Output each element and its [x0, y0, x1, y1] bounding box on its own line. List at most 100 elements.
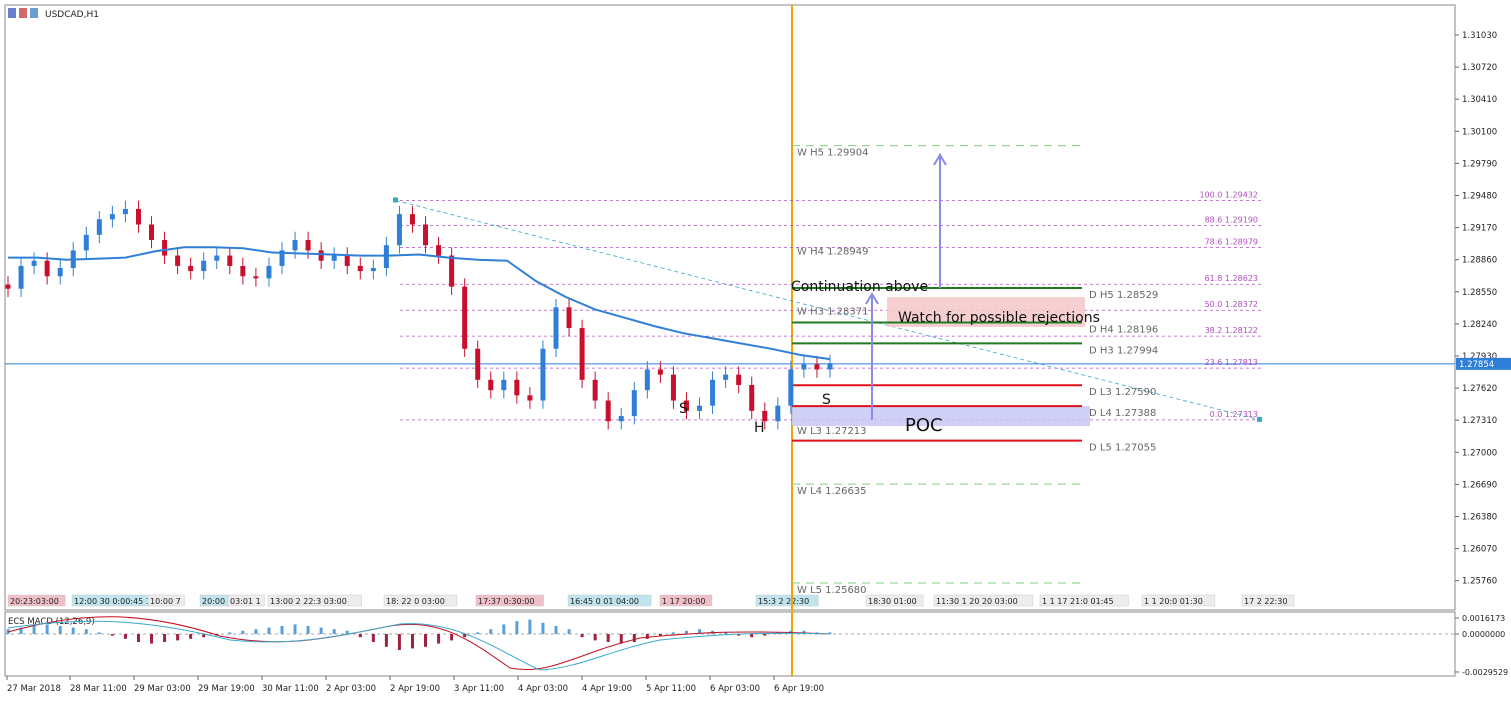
macd-histogram-bar — [632, 634, 636, 642]
candle-body — [697, 405, 703, 411]
macd-histogram-bar — [763, 634, 767, 636]
session-tag-label: 17:37 0:30:00 — [478, 597, 534, 606]
candle-body — [657, 369, 663, 375]
time-axis-label: 27 Mar 2018 — [7, 684, 61, 694]
session-tag-label: 10:00 7 — [150, 597, 181, 606]
macd-histogram-bar — [97, 632, 101, 634]
macd-histogram-bar — [267, 627, 271, 634]
time-axis-label: 2 Apr 03:00 — [326, 684, 376, 694]
macd-histogram-bar — [410, 634, 414, 649]
macd-histogram-bar — [58, 626, 62, 634]
candle-body — [396, 214, 402, 246]
macd-histogram-bar — [306, 626, 310, 634]
macd-histogram-bar — [437, 634, 441, 644]
window-icon — [8, 8, 38, 18]
time-axis-label: 29 Mar 03:00 — [134, 684, 191, 694]
daily-level-label: D L5 1.27055 — [1089, 443, 1156, 454]
time-axis-label: 29 Mar 19:00 — [198, 684, 255, 694]
candle-body — [553, 307, 559, 349]
candle-body — [462, 286, 468, 349]
weekly-level-label: W L5 1.25680 — [797, 585, 867, 596]
trend-handle[interactable] — [393, 197, 398, 203]
candle-body — [475, 348, 481, 380]
session-tag-label: 1 1 20:0 01:30 — [1144, 597, 1203, 606]
session-tag-label: 03:01 1 — [230, 597, 261, 606]
fib-level-label: 78.6 1.28979 — [1205, 237, 1258, 246]
trend-handle[interactable] — [1257, 416, 1262, 422]
daily-level-label: D L4 1.27388 — [1089, 408, 1156, 419]
candle-body — [409, 214, 415, 225]
candle-body — [240, 265, 246, 277]
candle-body — [644, 369, 650, 391]
macd-histogram-bar — [280, 626, 284, 634]
candle-body — [710, 379, 716, 406]
macd-histogram-bar — [228, 632, 232, 634]
candle-body — [488, 379, 494, 391]
price-tick-label: 1.28240 — [1462, 320, 1497, 330]
macd-histogram-bar — [163, 634, 167, 642]
macd-histogram-bar — [84, 629, 88, 634]
candle-body — [57, 267, 63, 277]
candle-body — [175, 255, 181, 266]
session-tag-label: 18: 22 0 03:00 — [386, 597, 445, 606]
macd-histogram-bar — [110, 634, 114, 636]
time-axis-label: 5 Apr 11:00 — [646, 684, 696, 694]
candle-body — [423, 224, 429, 246]
price-tick-label: 1.27620 — [1462, 384, 1497, 394]
candle-body — [96, 219, 102, 235]
fib-level-label: 100.0 1.29432 — [1199, 190, 1258, 199]
candle-body — [357, 265, 363, 272]
macd-histogram-bar — [32, 626, 36, 634]
candle-body — [788, 369, 794, 406]
pattern-head: H — [754, 420, 765, 436]
candle-body — [344, 255, 350, 266]
daily-level-label: D H5 1.28529 — [1089, 290, 1158, 301]
macd-histogram-bar — [397, 634, 401, 650]
window-icon — [8, 8, 16, 18]
candle-body — [723, 374, 729, 380]
macd-histogram-bar — [319, 627, 323, 634]
macd-histogram-bar — [502, 624, 506, 634]
candle-body — [775, 405, 781, 422]
price-tick-label: 1.26070 — [1462, 545, 1497, 555]
candle-body — [501, 379, 507, 391]
price-tick-label: 1.31030 — [1462, 31, 1497, 41]
poc-label: POC — [905, 415, 943, 436]
time-axis-label: 6 Apr 19:00 — [774, 684, 824, 694]
time-axis-label: 28 Mar 11:00 — [70, 684, 127, 694]
macd-tick-label: 0.0016173 — [1462, 614, 1505, 623]
macd-histogram-bar — [489, 629, 493, 634]
macd-histogram-bar — [619, 634, 623, 644]
macd-histogram-bar — [176, 634, 180, 641]
candle-body — [31, 260, 37, 266]
candle-body — [331, 255, 337, 261]
daily-level-label: D H4 1.28196 — [1089, 324, 1158, 335]
chart-canvas[interactable]: USDCAD,H1 1.31030 1.30720 1.30410 1.30100 1.2… — [0, 0, 1511, 700]
window-icon — [19, 8, 27, 18]
price-tick-label: 1.25760 — [1462, 577, 1497, 587]
macd-histogram-bar — [136, 634, 140, 642]
candle-body — [227, 255, 233, 266]
macd-histogram-bar — [541, 622, 545, 634]
macd-tick-label: 0.0000000 — [1462, 630, 1505, 639]
macd-histogram-bar — [750, 634, 754, 638]
session-tag-label: 1 1 17 21:0 01:45 — [1042, 597, 1114, 606]
candle-body — [814, 364, 820, 370]
candle-body — [827, 363, 833, 370]
candle-body — [631, 390, 637, 417]
candle-body — [305, 240, 311, 251]
macd-histogram-bar — [189, 634, 193, 639]
weekly-level-label: W H3 1.28371 — [797, 306, 868, 317]
pattern-right-shoulder: S — [822, 392, 831, 408]
candle-body — [579, 328, 585, 380]
time-axis-label: 2 Apr 19:00 — [390, 684, 440, 694]
time-axis-label: 4 Apr 19:00 — [582, 684, 632, 694]
session-tag-label: 13:00 2 22:3 03:00 — [270, 597, 347, 606]
session-tag-label: 15:3 2 22:30 — [758, 597, 809, 606]
macd-histogram-bar — [567, 629, 571, 634]
candle-body — [292, 240, 298, 251]
candle-body — [44, 260, 50, 277]
continuation-label: Continuation above — [791, 279, 928, 295]
candle-body — [801, 364, 807, 370]
macd-histogram-bar — [332, 629, 336, 634]
